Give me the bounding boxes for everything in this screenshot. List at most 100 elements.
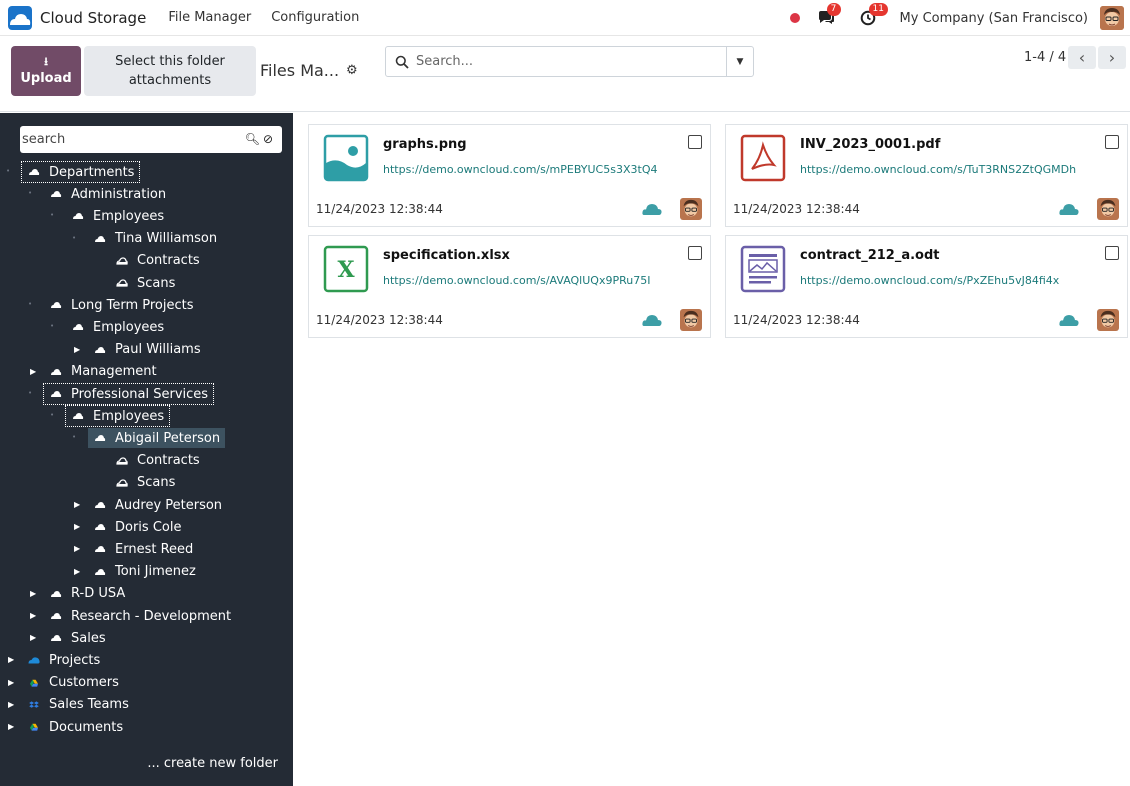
dropbox-icon — [28, 701, 47, 709]
file-url-link[interactable]: https://demo.owncloud.com/s/AVAQlUQx9PRu… — [383, 274, 650, 287]
upload-button[interactable]: ⭳ Upload — [11, 46, 81, 96]
menu-configuration[interactable]: Configuration — [271, 10, 359, 25]
company-switcher[interactable]: My Company (San Francisco) — [900, 11, 1088, 26]
folder-node[interactable]: Abigail Peterson — [88, 428, 226, 449]
file-card[interactable]: contract_212_a.odt https://demo.owncloud.… — [725, 235, 1128, 338]
activities-button[interactable]: 11 — [858, 3, 888, 28]
expand-caret-icon[interactable]: ▶ — [74, 522, 80, 531]
folder-node[interactable]: Employees — [66, 206, 169, 226]
cloud-subfolder-icon — [116, 257, 135, 265]
select-checkbox[interactable] — [1105, 135, 1119, 149]
folder-node[interactable]: Research - Development — [44, 606, 236, 626]
folder-label: Research - Development — [71, 608, 232, 624]
folder-node[interactable]: Management — [44, 362, 162, 382]
folder-node[interactable]: Doris Cole — [88, 517, 186, 537]
document-file-icon — [740, 244, 786, 294]
brand[interactable]: Cloud Storage — [0, 5, 147, 30]
pager-next-button[interactable]: › — [1098, 46, 1126, 69]
menu-file-manager[interactable]: File Manager — [168, 10, 251, 25]
spreadsheet-file-icon: X — [323, 244, 369, 294]
search-dropdown-toggle[interactable]: ▼ — [726, 47, 753, 76]
cloud-subfolder-icon — [116, 279, 135, 287]
file-card[interactable]: INV_2023_0001.pdf https://demo.owncloud.c… — [725, 124, 1128, 227]
onedrive-icon — [28, 656, 47, 664]
cloud-folder-icon — [94, 523, 113, 531]
folder-node[interactable]: Toni Jimenez — [88, 562, 201, 582]
collapse-dot-icon[interactable]: • — [28, 389, 32, 397]
folder-node[interactable]: Employees — [66, 317, 169, 337]
folder-label: Toni Jimenez — [115, 564, 196, 580]
folder-node[interactable]: Audrey Peterson — [88, 495, 227, 515]
folder-node[interactable]: Paul Williams — [88, 340, 206, 360]
select-folder-attachments-button[interactable]: Select this folder attachments — [84, 46, 256, 96]
expand-caret-icon[interactable]: ▶ — [30, 367, 36, 376]
file-card[interactable]: graphs.png https://demo.owncloud.com/s/mP… — [308, 124, 711, 227]
search-input[interactable] — [416, 54, 716, 69]
select-checkbox[interactable] — [1105, 246, 1119, 260]
cloud-folder-icon — [50, 612, 69, 620]
collapse-dot-icon[interactable]: • — [72, 433, 76, 441]
file-card[interactable]: Xspecification.xlsx https://demo.owncloud… — [308, 235, 711, 338]
expand-caret-icon[interactable]: ▶ — [8, 722, 14, 731]
pager-value[interactable]: 1-4 / 4 — [1024, 50, 1066, 65]
collapse-dot-icon[interactable]: • — [72, 234, 76, 242]
file-url-link[interactable]: https://demo.owncloud.com/s/TuT3RNS2ZtQG… — [800, 163, 1076, 176]
folder-label: Customers — [49, 675, 119, 691]
collapse-dot-icon[interactable]: • — [6, 167, 10, 175]
messages-button[interactable]: 7 — [816, 3, 841, 28]
select-checkbox[interactable] — [688, 246, 702, 260]
pager-previous-button[interactable]: ‹ — [1068, 46, 1096, 69]
collapse-dot-icon[interactable]: • — [50, 211, 54, 219]
folder-node[interactable]: Professional Services — [42, 383, 215, 405]
select-checkbox[interactable] — [688, 135, 702, 149]
folder-node[interactable]: R-D USA — [44, 584, 130, 604]
folder-node[interactable]: Customers — [22, 673, 124, 693]
expand-caret-icon[interactable]: ▶ — [30, 589, 36, 598]
expand-caret-icon[interactable]: ▶ — [74, 567, 80, 576]
expand-caret-icon[interactable]: ▶ — [30, 633, 36, 642]
collapse-dot-icon[interactable]: • — [50, 411, 54, 419]
folder-node[interactable]: Tina Williamson — [88, 229, 222, 249]
search-clear-icons[interactable]: 🔍︎⊘ — [245, 132, 276, 146]
expand-caret-icon[interactable]: ▶ — [30, 611, 36, 620]
folder-node[interactable]: Ernest Reed — [88, 539, 198, 559]
app-title: Cloud Storage — [40, 8, 147, 27]
gear-icon[interactable]: ⚙ — [346, 63, 358, 78]
collapse-dot-icon[interactable]: • — [28, 300, 32, 308]
folder-label: Doris Cole — [115, 519, 182, 535]
collapse-dot-icon[interactable]: • — [28, 189, 32, 197]
folder-node[interactable]: Departments — [20, 161, 141, 183]
file-url-link[interactable]: https://demo.owncloud.com/s/PxZEhu5vJ84f… — [800, 274, 1059, 287]
expand-caret-icon[interactable]: ▶ — [74, 500, 80, 509]
folder-node[interactable]: Contracts — [110, 451, 205, 471]
search-bar: ▼ — [385, 46, 754, 77]
collapse-dot-icon[interactable]: • — [50, 322, 54, 330]
folder-label: R-D USA — [71, 586, 126, 602]
folder-node[interactable]: Long Term Projects — [44, 295, 198, 315]
folder-node[interactable]: Sales Teams — [22, 695, 134, 715]
file-url-link[interactable]: https://demo.owncloud.com/s/mPEBYUC5s3X3… — [383, 163, 657, 176]
folder-node[interactable]: Scans — [110, 273, 180, 293]
google-drive-icon — [28, 723, 47, 731]
expand-caret-icon[interactable]: ▶ — [74, 544, 80, 553]
caret-down-icon: ▼ — [736, 56, 744, 67]
chevron-right-icon: › — [1108, 48, 1116, 67]
folder-label: Documents — [49, 719, 124, 735]
folder-node[interactable]: Sales — [44, 628, 111, 648]
folder-node[interactable]: Scans — [110, 473, 180, 493]
folder-node[interactable]: Administration — [44, 184, 171, 204]
user-avatar[interactable] — [1100, 6, 1124, 30]
folder-node[interactable]: Projects — [22, 650, 105, 670]
folder-node[interactable]: Employees — [64, 405, 171, 428]
expand-caret-icon[interactable]: ▶ — [8, 700, 14, 709]
expand-caret-icon[interactable]: ▶ — [8, 678, 14, 687]
folder-label: Administration — [71, 186, 167, 202]
download-icon: ⭳ — [44, 55, 48, 68]
expand-caret-icon[interactable]: ▶ — [8, 655, 14, 664]
folder-node[interactable]: Documents — [22, 717, 128, 737]
folder-search-input[interactable] — [22, 132, 242, 147]
status-dot-icon[interactable] — [789, 13, 800, 23]
folder-node[interactable]: Contracts — [110, 251, 205, 271]
create-new-folder-link[interactable]: ... create new folder — [147, 756, 278, 771]
expand-caret-icon[interactable]: ▶ — [74, 345, 80, 354]
